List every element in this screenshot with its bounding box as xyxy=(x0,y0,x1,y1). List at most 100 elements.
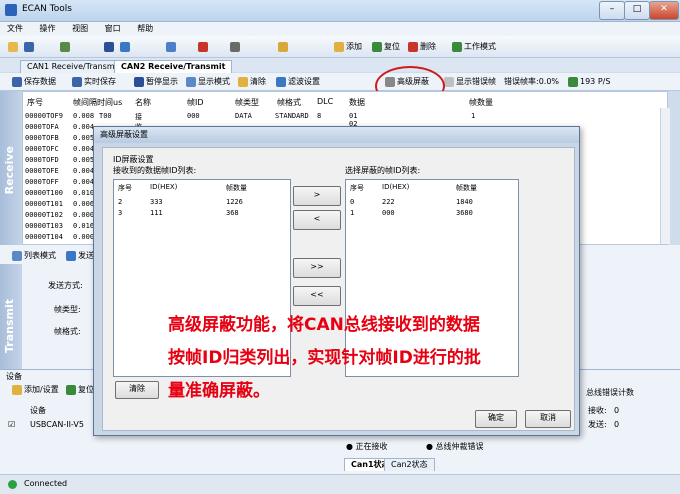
list-mode-tab[interactable]: 列表模式 xyxy=(12,249,56,263)
maximize-button[interactable]: □ xyxy=(624,1,650,20)
recv-count: 0 xyxy=(614,406,620,415)
pause-icon[interactable] xyxy=(104,40,116,54)
tab-can2-status[interactable]: Can2状态 xyxy=(384,458,435,471)
realtime-save-button[interactable]: 实时保存 xyxy=(72,75,116,89)
delete-x-icon[interactable] xyxy=(198,40,210,54)
col-header[interactable]: 序号 xyxy=(27,97,43,108)
bus-error-title: 总线错误计数 xyxy=(586,388,634,397)
menu-view[interactable]: 视图 xyxy=(65,22,95,36)
table-row[interactable]: 0000TOFA 0.004 xyxy=(25,123,94,131)
annotation-line-3: 量准确屏蔽。 xyxy=(168,381,270,401)
frame-type-label: 帧类型: xyxy=(54,305,81,314)
add-set-button[interactable]: 添加/设置 xyxy=(12,383,59,397)
table-row[interactable]: 00000T100 0.010 xyxy=(25,189,94,197)
col-header[interactable]: 帧数量 xyxy=(469,97,493,108)
menu-bar: 文件 操作 视图 窗口 帮助 xyxy=(0,22,680,36)
advanced-mask-dialog: 高级屏蔽设置 ID屏蔽设置 接收到的数据帧ID列表: 选择屏蔽的帧ID列表: 序… xyxy=(93,126,580,436)
col-header[interactable]: 帧ID xyxy=(187,97,204,108)
title-bar: ECAN Tools – □ ✕ xyxy=(0,0,680,22)
col-header[interactable]: 数据 xyxy=(349,97,365,108)
table-row[interactable]: 00000T101 0.006 xyxy=(25,200,94,208)
show-error-frame-button[interactable]: 显示错误帧 xyxy=(444,75,496,89)
add-button[interactable]: 添加 xyxy=(334,40,362,54)
send-tab[interactable]: 发送 xyxy=(66,249,94,263)
close-button[interactable]: ✕ xyxy=(649,1,679,20)
table-row[interactable]: 00000T103 0.016 xyxy=(25,222,94,230)
status-bar: Connected xyxy=(0,474,680,494)
transmit-side-tab[interactable]: Transmit xyxy=(0,264,22,369)
col-header[interactable]: 帧类型 xyxy=(235,97,259,108)
device-item[interactable]: USBCAN-II-V5 xyxy=(30,418,84,432)
received-list-label: 接收到的数据帧ID列表: xyxy=(113,166,197,175)
pause-display-button[interactable]: 暂停显示 xyxy=(134,75,178,89)
ok-button[interactable]: 确定 xyxy=(475,410,517,428)
swap-icon[interactable] xyxy=(278,40,290,54)
send-count-label: 发送: xyxy=(588,420,607,429)
delete-icon xyxy=(408,41,418,52)
refresh-icon[interactable] xyxy=(120,40,132,54)
clear-button[interactable]: 清除 xyxy=(238,75,266,89)
device-checkbox[interactable]: ☑ xyxy=(8,418,15,432)
work-mode-button[interactable]: 工作模式 xyxy=(452,40,496,54)
clear-list-button[interactable]: 清除 xyxy=(115,381,159,399)
col-header[interactable]: 帧格式 xyxy=(277,97,301,108)
menu-window[interactable]: 窗口 xyxy=(98,22,128,36)
list-item[interactable]: 1 000 3680 xyxy=(350,209,514,217)
connected-icon xyxy=(8,480,17,489)
cut-icon[interactable] xyxy=(230,40,242,54)
up-arrow-icon xyxy=(568,76,578,87)
filter-settings-button[interactable]: 滤波设置 xyxy=(276,75,320,89)
table-row[interactable]: 0000TOFD 0.005 xyxy=(25,156,94,164)
copy-icon[interactable] xyxy=(166,40,178,54)
receive-toolbar: 保存数据 实时保存 暂停显示 显示模式 清除 滤波设置 高级屏蔽 显示错误帧 错… xyxy=(0,73,680,91)
menu-operate[interactable]: 操作 xyxy=(33,22,63,36)
table-row[interactable]: 00000T102 0.000 xyxy=(25,211,94,219)
frame-rate: 193 P/S xyxy=(568,75,610,89)
list-item[interactable]: 0 222 1840 xyxy=(350,198,514,206)
tab-can1[interactable]: CAN1 Receive/Transmit xyxy=(20,60,127,73)
frame-format-label: 帧格式: xyxy=(54,327,81,336)
table-row[interactable]: 0000TOFF 0.004 xyxy=(25,178,94,186)
device-icon[interactable] xyxy=(60,40,72,54)
col-header[interactable]: 帧间隔时间us xyxy=(73,97,122,108)
move-all-left-button[interactable]: << xyxy=(293,286,341,306)
recv-count-label: 接收: xyxy=(588,406,607,415)
save-data-button[interactable]: 保存数据 xyxy=(12,75,56,89)
menu-help[interactable]: 帮助 xyxy=(130,22,160,36)
list-item[interactable]: 3 111 368 xyxy=(118,209,286,217)
masked-list-label: 选择屏蔽的帧ID列表: xyxy=(345,166,421,175)
cancel-button[interactable]: 取消 xyxy=(525,410,571,428)
grid-scrollbar[interactable] xyxy=(660,108,670,244)
main-toolbar: 添加 复位 删除 工作模式 xyxy=(0,36,680,58)
table-row[interactable]: 00000T104 0.000 xyxy=(25,233,94,241)
menu-file[interactable]: 文件 xyxy=(0,22,30,36)
work-mode-icon xyxy=(452,41,462,52)
can-tabs: CAN1 Receive/Transmit CAN2 Receive/Trans… xyxy=(0,58,680,73)
error-frame-rate: 错误帧率:0.0% xyxy=(504,77,560,86)
move-right-button[interactable]: > xyxy=(293,186,341,206)
col-header[interactable]: 名称 xyxy=(135,97,151,108)
move-left-button[interactable]: < xyxy=(293,210,341,230)
delete-button[interactable]: 删除 xyxy=(408,40,436,54)
table-row[interactable]: 0000TOFB 0.005 xyxy=(25,134,94,142)
minimize-button[interactable]: – xyxy=(599,1,625,20)
annotation-line-2: 按帧ID归类列出，实现针对帧ID进行的批 xyxy=(168,348,481,368)
receiving-status: ● 正在接收 xyxy=(346,442,388,451)
reset-button[interactable]: 复位 xyxy=(372,40,400,54)
reset-icon xyxy=(372,41,382,52)
status-text: Connected xyxy=(24,479,68,488)
receive-side-tab[interactable]: Receive xyxy=(0,91,22,245)
device-reset-button[interactable]: 复位 xyxy=(66,383,94,397)
open-icon[interactable] xyxy=(8,40,20,54)
save-icon[interactable] xyxy=(24,40,36,54)
list-item[interactable]: 2 333 1226 xyxy=(118,198,286,206)
annotation-line-1: 高级屏蔽功能，将CAN总线接收到的数据 xyxy=(168,315,480,335)
move-all-right-button[interactable]: >> xyxy=(293,258,341,278)
dialog-title: 高级屏蔽设置 xyxy=(94,127,579,143)
tab-can2[interactable]: CAN2 Receive/Transmit xyxy=(114,60,233,73)
display-mode-button[interactable]: 显示模式 xyxy=(186,75,230,89)
col-header[interactable]: DLC xyxy=(317,97,333,106)
window-title: ECAN Tools xyxy=(22,4,72,14)
table-row[interactable]: 0000TOFC 0.004 xyxy=(25,145,94,153)
table-row[interactable]: 0000TOFE 0.004 xyxy=(25,167,94,175)
